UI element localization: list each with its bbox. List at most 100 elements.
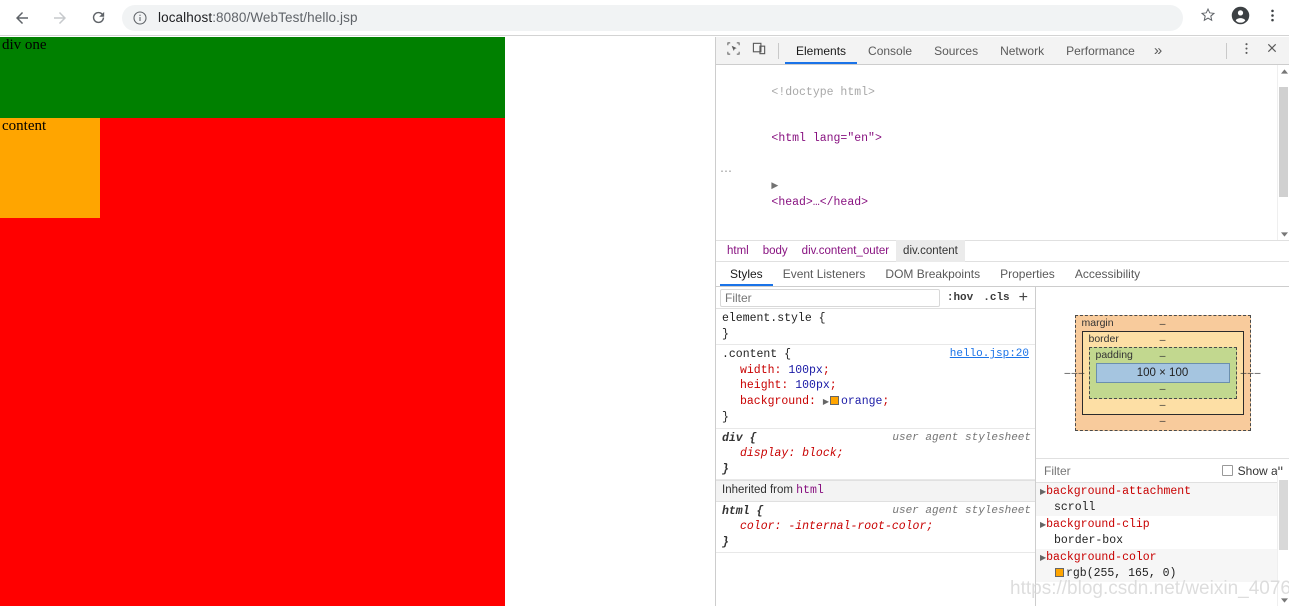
scrollbar-thumb[interactable] — [1279, 87, 1288, 197]
dom-tree-scrollbar[interactable] — [1277, 65, 1289, 240]
scroll-down-button[interactable] — [1278, 594, 1289, 606]
style-rule-element-style[interactable]: element.style { } — [716, 309, 1035, 345]
dom-node-head[interactable]: ▶ <head>…</head> — [716, 163, 1289, 226]
devtools-toolbar: Elements Console Sources Network Perform… — [716, 37, 1289, 65]
breadcrumb-item-body[interactable]: body — [756, 240, 795, 262]
show-all-toggle[interactable]: Show all — [1221, 464, 1283, 478]
breadcrumb-item-content-outer[interactable]: div.content_outer — [795, 240, 896, 262]
checkbox-icon[interactable] — [1221, 465, 1233, 476]
tab-dom-breakpoints[interactable]: DOM Breakpoints — [875, 262, 990, 286]
box-model-border-label: border — [1088, 332, 1119, 345]
computed-filter-input[interactable] — [1042, 462, 1222, 479]
expand-arrow-icon[interactable]: ▶ — [771, 181, 778, 191]
toolbar-divider — [778, 42, 779, 59]
devtools-close-button[interactable] — [1259, 39, 1285, 63]
tab-label: Network — [1000, 43, 1045, 58]
scroll-up-button[interactable] — [1278, 65, 1289, 77]
style-source-link[interactable]: hello.jsp:20 — [950, 347, 1029, 363]
declaration-width[interactable]: width: 100px; — [722, 363, 1035, 379]
tab-accessibility[interactable]: Accessibility — [1065, 262, 1150, 286]
inspect-element-button[interactable] — [720, 39, 746, 63]
rule-selector[interactable]: element.style { — [722, 311, 1035, 327]
tab-event-listeners[interactable]: Event Listeners — [773, 262, 876, 286]
box-model-margin-label: margin — [1081, 316, 1114, 329]
bookmark-button[interactable] — [1193, 3, 1223, 33]
forward-button[interactable] — [44, 2, 76, 34]
breadcrumb-item-html[interactable]: html — [720, 240, 756, 262]
tab-sources[interactable]: Sources — [923, 37, 989, 64]
computed-property-row[interactable]: ▶background-attachment scroll — [1036, 483, 1289, 516]
class-toggle-button[interactable]: .cls — [978, 292, 1014, 304]
margin-left-value[interactable]: – — [1065, 367, 1071, 379]
reload-icon — [90, 9, 107, 26]
back-button[interactable] — [6, 2, 38, 34]
more-tabs-button[interactable]: » — [1146, 43, 1170, 58]
tab-performance[interactable]: Performance — [1055, 37, 1146, 64]
breadcrumb: html body div.content_outer div.content — [716, 240, 1289, 262]
inherited-from-header: Inherited from html — [716, 480, 1035, 502]
tab-styles[interactable]: Styles — [720, 262, 773, 286]
styles-rules-list: element.style { } hello.jsp:20 .content … — [716, 309, 1035, 606]
border-bottom-value[interactable]: – — [1089, 399, 1237, 411]
padding-right-value[interactable]: – — [1241, 367, 1247, 379]
color-swatch[interactable] — [829, 395, 839, 405]
dom-node-html[interactable]: <html lang="en"> — [716, 116, 1289, 163]
padding-left-value[interactable]: – — [1079, 367, 1085, 379]
margin-bottom-value[interactable]: – — [1082, 415, 1244, 427]
info-circle-icon[interactable] — [132, 10, 148, 26]
computed-scrollbar[interactable] — [1277, 470, 1289, 606]
dom-node-doctype[interactable]: <!doctype html> — [716, 69, 1289, 116]
tab-elements[interactable]: Elements — [785, 37, 858, 64]
rule-close-brace: } — [722, 462, 729, 476]
style-rule-html-ua[interactable]: user agent stylesheet html { color: -int… — [716, 502, 1035, 553]
star-icon — [1199, 6, 1217, 29]
rule-close-brace: } — [722, 535, 729, 549]
account-circle-icon — [1230, 5, 1251, 31]
scroll-down-button[interactable] — [1278, 228, 1289, 240]
box-model-padding[interactable]: padding – – – 100 × 100 – — [1079, 346, 1247, 399]
content-outer-div: content — [0, 118, 505, 606]
close-icon — [1265, 41, 1279, 60]
border-left-value[interactable]: – — [1072, 367, 1078, 379]
devtools-menu-button[interactable] — [1233, 39, 1259, 63]
box-model-border[interactable]: border – – – padding – – – 100 × 100 – – — [1072, 330, 1254, 415]
hover-state-button[interactable]: :hov — [942, 292, 978, 304]
declaration-background[interactable]: background: ▶ orange; — [722, 394, 1035, 411]
breadcrumb-item-content[interactable]: div.content — [896, 240, 965, 262]
style-source-label: user agent stylesheet — [892, 431, 1031, 444]
computed-property-row[interactable]: ▶background-color rgb(255, 165, 0) — [1036, 549, 1289, 582]
computed-pane: margin – – – border – – – padding – – – — [1036, 287, 1289, 606]
box-model-padding-label: padding — [1095, 348, 1133, 361]
border-right-value[interactable]: – — [1248, 367, 1254, 379]
tab-network[interactable]: Network — [989, 37, 1055, 64]
reload-button[interactable] — [82, 2, 114, 34]
tab-properties[interactable]: Properties — [990, 262, 1065, 286]
dom-tree[interactable]: <!doctype html> <html lang="en"> ▶ <head… — [716, 65, 1289, 240]
box-model-content-size[interactable]: 100 × 100 — [1095, 362, 1230, 383]
style-source-label: user agent stylesheet — [892, 504, 1031, 517]
declaration-height[interactable]: height: 100px; — [722, 378, 1035, 394]
device-toolbar-button[interactable] — [746, 39, 772, 63]
expand-arrow-icon[interactable]: ▶ — [823, 398, 829, 407]
tab-label: Sources — [934, 43, 979, 58]
profile-button[interactable] — [1225, 3, 1255, 33]
style-rule-div-ua[interactable]: user agent stylesheet div { display: blo… — [716, 429, 1035, 480]
address-bar[interactable]: localhost:8080/WebTest/hello.jsp — [122, 4, 1183, 31]
scrollbar-thumb[interactable] — [1279, 480, 1288, 550]
margin-right-value[interactable]: – — [1255, 367, 1261, 379]
computed-property-row[interactable]: ▶background-clip border-box — [1036, 516, 1289, 549]
styles-filter-input[interactable] — [720, 288, 940, 307]
dom-node-ellipsis-badge[interactable]: ⋯ — [720, 165, 733, 181]
style-rule-content[interactable]: hello.jsp:20 .content { width: 100px; he… — [716, 345, 1035, 429]
dom-node-body[interactable]: ▼ <body> — [716, 226, 1289, 240]
box-model-margin[interactable]: margin – – – border – – – padding – – – — [1065, 314, 1261, 431]
styles-filter-row: :hov .cls + — [716, 287, 1035, 309]
three-dot-menu-icon — [1264, 7, 1281, 29]
inspect-element-icon — [726, 41, 741, 61]
padding-bottom-value[interactable]: – — [1096, 383, 1230, 395]
browser-menu-button[interactable] — [1257, 3, 1287, 33]
new-style-rule-button[interactable]: + — [1015, 289, 1035, 306]
tab-console[interactable]: Console — [857, 37, 923, 64]
browser-toolbar: localhost:8080/WebTest/hello.jsp — [0, 0, 1289, 36]
color-swatch[interactable] — [1055, 568, 1064, 577]
